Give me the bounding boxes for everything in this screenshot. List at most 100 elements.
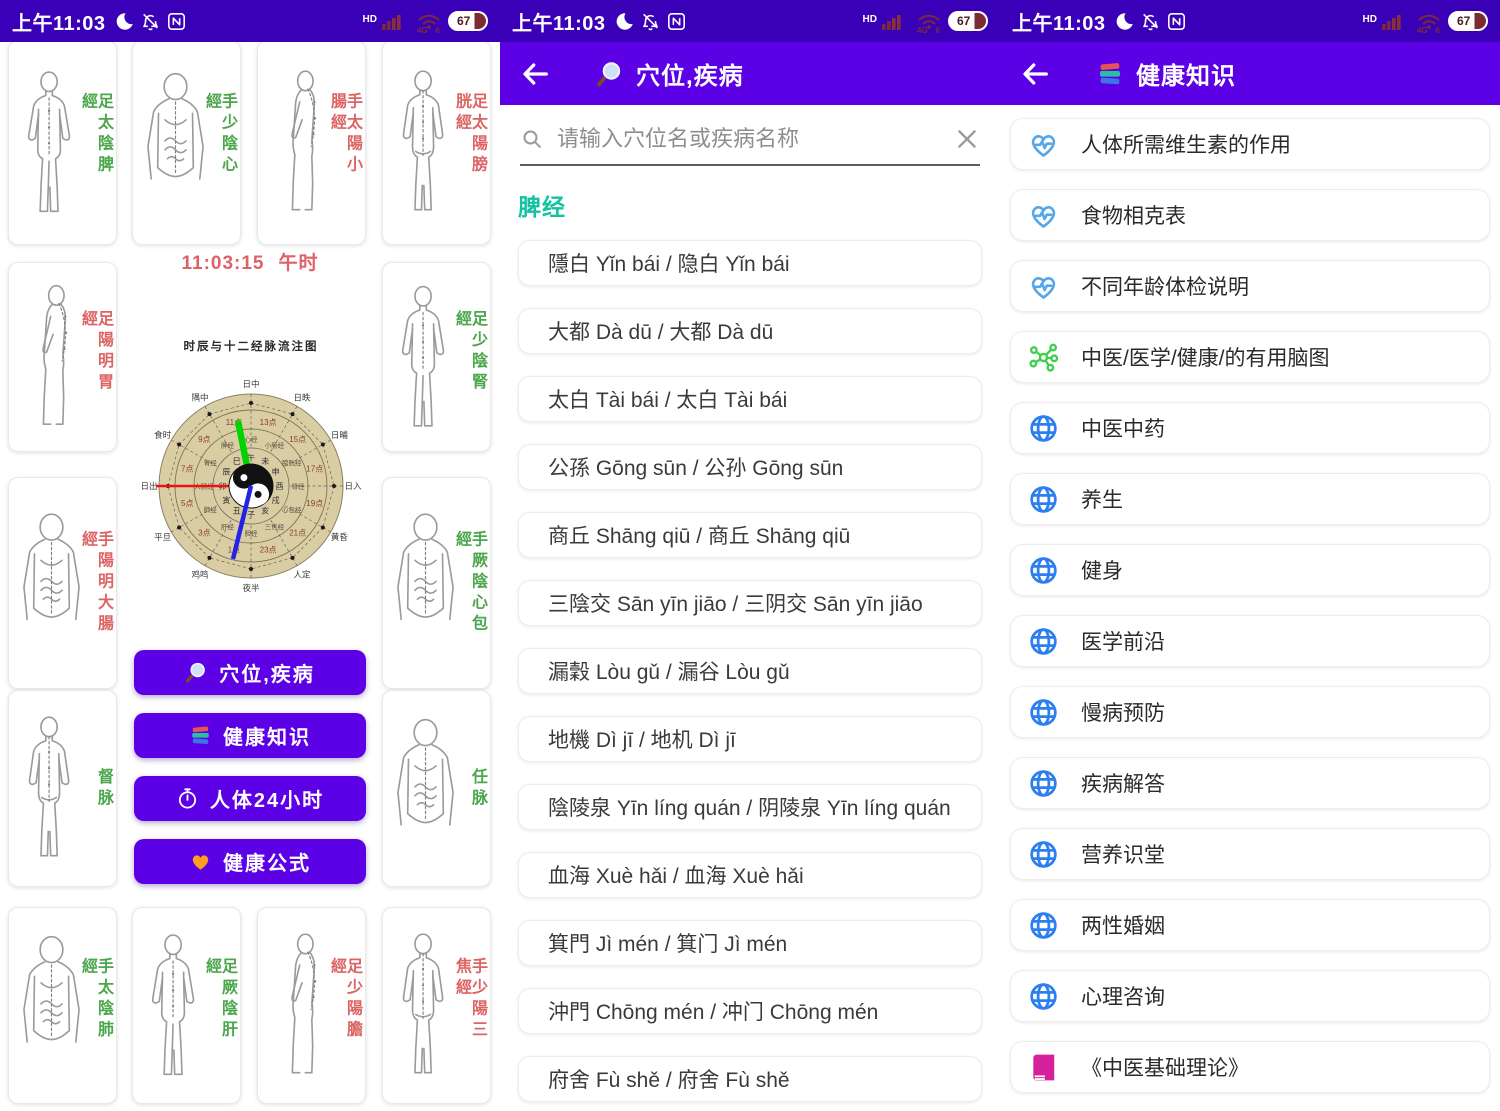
knowledge-item[interactable]: 医学前沿: [1010, 615, 1490, 667]
knowledge-list: 人体所需维生素的作用 食物相克表 不同年龄体检说明 中医/医学/健康/的有用脑图…: [1010, 118, 1490, 1093]
acupoint-item[interactable]: 隱白 Yǐn bái / 隐白 Yǐn bái: [518, 240, 982, 286]
globe-icon: [1026, 483, 1060, 516]
knowledge-item[interactable]: 人体所需维生素的作用: [1010, 118, 1490, 170]
back-button[interactable]: [1020, 58, 1052, 90]
knowledge-item[interactable]: 慢病预防: [1010, 686, 1490, 738]
battery-icon: 67: [1448, 11, 1488, 31]
search-input[interactable]: [557, 126, 941, 152]
meridian-card[interactable]: 手太陽小腸經: [257, 40, 366, 245]
globe-icon: [1026, 696, 1060, 729]
acupoint-item[interactable]: 地機 Dì jī / 地机 Dì jī: [518, 716, 982, 762]
svg-text:脾经: 脾经: [221, 441, 235, 450]
meridian-card[interactable]: 足厥陰肝經: [132, 907, 241, 1104]
svg-text:9点: 9点: [198, 435, 210, 444]
book-icon: [1026, 1051, 1060, 1084]
globe-icon: [1026, 625, 1060, 658]
svg-text:申: 申: [272, 467, 280, 477]
svg-text:平旦: 平旦: [154, 532, 171, 542]
meridian-card[interactable]: 督脉: [8, 690, 117, 887]
knowledge-item[interactable]: 疾病解答: [1010, 757, 1490, 809]
search-icon: [520, 127, 544, 151]
mindmap-icon: [1026, 341, 1060, 374]
battery-icon: 67: [948, 11, 988, 31]
knowledge-item[interactable]: 食物相克表: [1010, 189, 1490, 241]
knowledge-item[interactable]: 健身: [1010, 544, 1490, 596]
svg-text:鸡鸣: 鸡鸣: [191, 569, 208, 579]
page-title-text: 穴位,疾病: [636, 56, 744, 91]
home-menu-button-label: 健康公式: [223, 847, 311, 876]
status-bar: 上午11:03 HD 4G 6 67: [0, 0, 500, 42]
health-knowledge-screen: 上午11:03 HD 4G 6 67 健康知识 人体所需维生素的作用 食物相克表…: [1000, 0, 1500, 1111]
wifi-icon: 4G 6: [1417, 13, 1441, 29]
acupoint-item[interactable]: 府舍 Fù shě / 府舍 Fù shě: [518, 1056, 982, 1102]
svg-text:丑: 丑: [233, 506, 241, 515]
knowledge-item[interactable]: 《中医基础理论》: [1010, 1041, 1490, 1093]
acupoint-item[interactable]: 大都 Dà dū / 大都 Dà dū: [518, 308, 982, 354]
acupoint-item[interactable]: 太白 Tài bái / 太白 Tài bái: [518, 376, 982, 422]
knowledge-item[interactable]: 心理咨询: [1010, 970, 1490, 1022]
knowledge-item-label: 营养识堂: [1081, 839, 1165, 869]
status-bar: 上午11:03 HD 4G 6 67: [500, 0, 1000, 42]
meridian-clock: 时辰与十二经脉流注图日中日昳日晡日入黄昏人定夜半鸡鸣平旦日出食时隅中11点13点…: [137, 336, 365, 602]
knowledge-item[interactable]: 养生: [1010, 473, 1490, 525]
acupoint-item[interactable]: 箕門 Jì mén / 箕门 Jì mén: [518, 920, 982, 966]
meridian-card[interactable]: 任脉: [382, 690, 491, 887]
knowledge-item[interactable]: 两性婚姻: [1010, 899, 1490, 951]
meridian-card[interactable]: 手少陽三焦經: [382, 907, 491, 1104]
acupoint-list: 隱白 Yǐn bái / 隐白 Yǐn bái 大都 Dà dū / 大都 Dà …: [518, 240, 982, 1102]
meridian-card-label: 督脉: [95, 768, 111, 810]
home-menu-button[interactable]: 人体24小时: [134, 776, 366, 821]
heart-pulse-icon: [1026, 270, 1060, 303]
knowledge-item-label: 慢病预防: [1081, 697, 1165, 727]
globe-icon: [1026, 412, 1060, 445]
page-title: 健康知识: [1096, 56, 1236, 91]
svg-text:辰: 辰: [222, 468, 230, 477]
acupoint-item[interactable]: 陰陵泉 Yīn líng quán / 阴陵泉 Yīn líng quán: [518, 784, 982, 830]
knowledge-item-label: 《中医基础理论》: [1081, 1052, 1249, 1082]
globe-icon: [1026, 554, 1060, 587]
svg-text:人定: 人定: [293, 569, 311, 579]
meridian-card-label: 手陽明大腸經: [79, 531, 111, 636]
svg-text:未: 未: [261, 456, 269, 466]
svg-text:日出: 日出: [140, 481, 157, 491]
svg-text:肝经: 肝经: [221, 522, 235, 531]
meridian-card-label: 手厥陰心包經: [453, 531, 485, 636]
meridian-card[interactable]: 足太陰脾經: [8, 40, 117, 245]
acupoint-item[interactable]: 商丘 Shāng qiū / 商丘 Shāng qiū: [518, 512, 982, 558]
home-menu-button[interactable]: 健康知识: [134, 713, 366, 758]
home-screen: 上午11:03 HD 4G 6 67 足太陰脾經 手少陰心經: [0, 0, 500, 1111]
knowledge-item-label: 两性婚姻: [1081, 910, 1165, 940]
knowledge-item[interactable]: 不同年龄体检说明: [1010, 260, 1490, 312]
meridian-card[interactable]: 手太陰肺經: [8, 907, 117, 1104]
wifi-icon: 4G 6: [417, 13, 441, 29]
clear-icon[interactable]: [954, 126, 980, 152]
meridian-card-label: 足太陰脾經: [79, 92, 111, 194]
time-text: 11:03:15: [181, 253, 264, 274]
network-type-badge: 4G: [417, 26, 428, 35]
acupoint-item[interactable]: 三陰交 Sān yīn jiāo / 三阴交 Sān yīn jiāo: [518, 580, 982, 626]
meridian-card[interactable]: 手厥陰心包經: [382, 477, 491, 689]
meridian-card[interactable]: 手陽明大腸經: [8, 477, 117, 689]
network-type-badge: 4G: [1417, 26, 1428, 35]
home-menu-button[interactable]: 健康公式: [134, 839, 366, 884]
svg-text:心经: 心经: [245, 434, 259, 443]
battery-icon: 67: [448, 11, 488, 31]
knowledge-item[interactable]: 营养识堂: [1010, 828, 1490, 880]
meridian-card[interactable]: 足太陽膀胱經: [382, 40, 491, 245]
svg-text:日晡: 日晡: [331, 430, 349, 440]
home-menu-button[interactable]: 穴位,疾病: [134, 650, 366, 695]
meridian-card[interactable]: 足少陽膽經: [257, 907, 366, 1104]
back-button[interactable]: [520, 58, 552, 90]
acupoint-item[interactable]: 漏穀 Lòu gǔ / 漏谷 Lòu gǔ: [518, 648, 982, 694]
mute-icon: [640, 11, 661, 32]
acupoint-item[interactable]: 公孫 Gōng sūn / 公孙 Gōng sūn: [518, 444, 982, 490]
meridian-card[interactable]: 足陽明胃經: [8, 262, 117, 452]
meridian-card[interactable]: 手少陰心經: [132, 40, 241, 245]
status-time: 上午11:03: [512, 7, 606, 36]
meridian-card[interactable]: 足少陰腎經: [382, 262, 491, 452]
body-diagram: [385, 699, 466, 878]
acupoint-item[interactable]: 血海 Xuè hǎi / 血海 Xuè hǎi: [518, 852, 982, 898]
acupoint-item[interactable]: 沖門 Chōng mén / 冲门 Chōng mén: [518, 988, 982, 1034]
knowledge-item[interactable]: 中医中药: [1010, 402, 1490, 454]
knowledge-item[interactable]: 中医/医学/健康/的有用脑图: [1010, 331, 1490, 383]
